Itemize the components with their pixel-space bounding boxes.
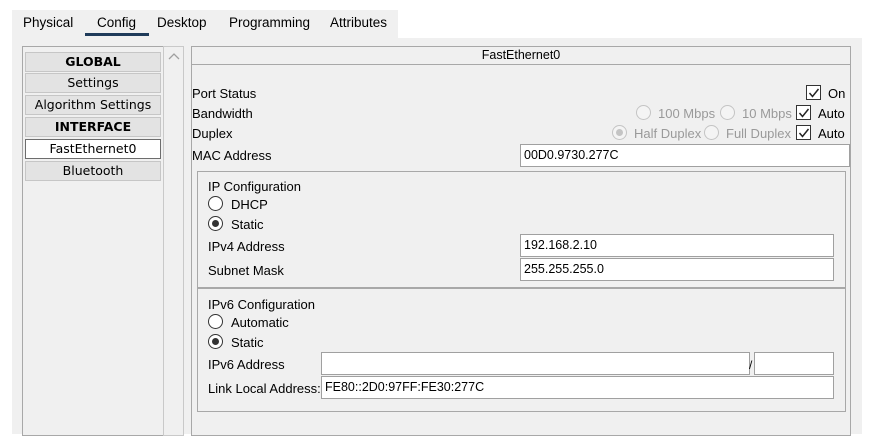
ipv6-static-label: Static xyxy=(231,335,264,350)
panel-title: FastEthernet0 xyxy=(191,46,851,65)
ipv4-static-radio[interactable] xyxy=(208,216,223,231)
check-icon xyxy=(808,88,820,98)
tab-desktop[interactable]: Desktop xyxy=(157,16,207,36)
bandwidth-100-label: 100 Mbps xyxy=(658,106,716,121)
scroll-up-icon[interactable] xyxy=(168,52,180,62)
ipv4-static-label: Static xyxy=(231,217,264,232)
tab-bar: Physical Config Desktop Programming Attr… xyxy=(12,10,398,38)
ipv6-automatic-label: Automatic xyxy=(231,315,289,330)
ipv6-static-radio[interactable] xyxy=(208,334,223,349)
bandwidth-10-label: 10 Mbps xyxy=(742,106,792,121)
bandwidth-100-radio[interactable] xyxy=(636,105,651,120)
duplex-label: Duplex xyxy=(192,126,233,141)
subnet-mask-field[interactable]: 255.255.255.0 xyxy=(520,258,834,281)
sidebar: GLOBAL Settings Algorithm Settings INTER… xyxy=(22,46,163,436)
sidebar-header-global: GLOBAL xyxy=(25,52,161,72)
duplex-auto-checkbox[interactable] xyxy=(796,125,811,140)
tab-physical[interactable]: Physical xyxy=(23,16,73,36)
ipv4-config-title: IP Configuration xyxy=(208,179,301,194)
tab-config[interactable]: Config xyxy=(85,16,150,36)
dhcp-radio[interactable] xyxy=(208,196,223,211)
bandwidth-auto-checkbox[interactable] xyxy=(796,105,811,120)
ipv6-prefix-field[interactable] xyxy=(754,352,834,375)
mac-address-label: MAC Address xyxy=(192,148,272,163)
check-icon xyxy=(798,128,810,138)
sidebar-header-interface: INTERFACE xyxy=(25,117,161,137)
bandwidth-auto-label: Auto xyxy=(818,106,845,121)
ipv6-prefix-separator: / xyxy=(749,358,753,372)
port-status-checkbox[interactable] xyxy=(806,85,821,100)
sidebar-item-algorithm-settings[interactable]: Algorithm Settings xyxy=(25,95,161,115)
check-icon xyxy=(798,108,810,118)
ipv6-automatic-radio[interactable] xyxy=(208,314,223,329)
duplex-half-radio[interactable] xyxy=(612,125,627,140)
sidebar-item-bluetooth[interactable]: Bluetooth xyxy=(25,161,161,181)
port-status-on-label: On xyxy=(828,86,846,101)
sidebar-scrollbar[interactable] xyxy=(163,46,184,436)
link-local-field[interactable]: FE80::2D0:97FF:FE30:277C xyxy=(321,376,834,399)
port-status-label: Port Status xyxy=(192,86,257,101)
duplex-auto-label: Auto xyxy=(818,126,845,141)
sidebar-item-settings[interactable]: Settings xyxy=(25,73,161,93)
sidebar-item-fastethernet0[interactable]: FastEthernet0 xyxy=(25,139,161,159)
link-local-label: Link Local Address: xyxy=(208,381,321,396)
dhcp-label: DHCP xyxy=(231,197,268,212)
ipv6-config-title: IPv6 Configuration xyxy=(208,297,315,312)
ipv4-address-label: IPv4 Address xyxy=(208,239,285,254)
mac-address-field[interactable]: 00D0.9730.277C xyxy=(520,144,850,167)
ipv6-address-field[interactable] xyxy=(321,352,750,375)
ipv6-address-label: IPv6 Address xyxy=(208,357,285,372)
subnet-mask-label: Subnet Mask xyxy=(208,263,284,278)
tab-programming[interactable]: Programming xyxy=(229,16,310,36)
duplex-full-radio[interactable] xyxy=(704,125,719,140)
tab-attributes[interactable]: Attributes xyxy=(330,16,387,36)
bandwidth-label: Bandwidth xyxy=(192,106,253,121)
bandwidth-10-radio[interactable] xyxy=(720,105,735,120)
duplex-full-label: Full Duplex xyxy=(726,126,792,141)
ipv4-address-field[interactable]: 192.168.2.10 xyxy=(520,234,834,257)
duplex-half-label: Half Duplex xyxy=(634,126,702,141)
